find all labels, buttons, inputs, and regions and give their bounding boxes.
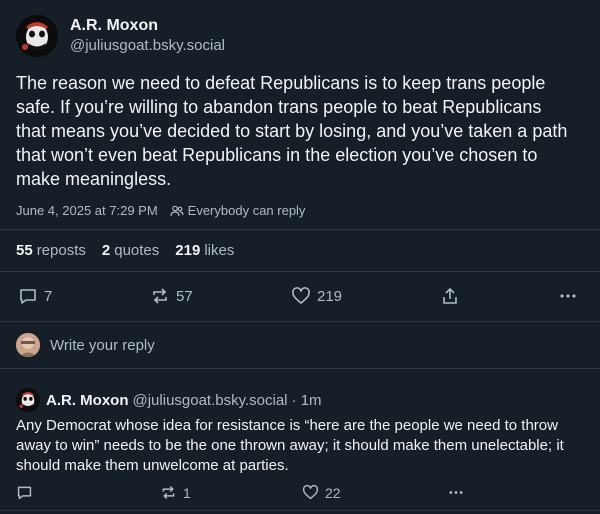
share-button[interactable] bbox=[440, 286, 460, 306]
reply-time[interactable]: · 1m bbox=[292, 392, 322, 409]
author-avatar[interactable] bbox=[16, 15, 58, 57]
repost-icon bbox=[160, 484, 177, 501]
more-icon bbox=[446, 484, 466, 501]
reply-reply-button[interactable] bbox=[16, 484, 33, 501]
divider-composer bbox=[0, 368, 600, 369]
author-names: A.R. Moxon @juliusgoat.bsky.social bbox=[70, 16, 225, 56]
reposts-label: reposts bbox=[36, 242, 86, 259]
like-count: 219 bbox=[317, 287, 343, 305]
post-thread: A.R. Moxon @juliusgoat.bsky.social The r… bbox=[0, 0, 600, 514]
more-icon bbox=[558, 286, 578, 306]
reposts-stat[interactable]: 55 reposts bbox=[16, 242, 86, 259]
likes-count: 219 bbox=[175, 242, 201, 259]
post-actions: 7 57 219 bbox=[0, 286, 600, 306]
reply-icon bbox=[18, 286, 38, 306]
divider-meta bbox=[0, 229, 600, 230]
divider-reply bbox=[0, 510, 600, 511]
reply-author-name[interactable]: A.R. Moxon bbox=[46, 392, 129, 409]
quotes-label: quotes bbox=[114, 242, 160, 259]
reply-author-avatar[interactable] bbox=[16, 388, 40, 412]
reply-button[interactable]: 7 bbox=[18, 286, 52, 306]
more-options-button[interactable] bbox=[558, 286, 578, 306]
post-text: The reason we need to defeat Republicans… bbox=[16, 73, 568, 189]
quotes-count: 2 bbox=[101, 242, 111, 259]
current-user-avatar bbox=[16, 333, 40, 357]
like-button[interactable]: 219 bbox=[291, 286, 342, 306]
reply-permission-label: Everybody can reply bbox=[187, 203, 306, 218]
reply-like-count: 22 bbox=[325, 484, 341, 501]
likes-stat[interactable]: 219 likes bbox=[175, 242, 234, 259]
divider-actions bbox=[0, 321, 600, 322]
reposts-count: 55 bbox=[16, 242, 33, 259]
reply-composer[interactable]: Write your reply bbox=[16, 333, 155, 357]
people-icon bbox=[170, 204, 184, 218]
reply-text: Any Democrat whose idea for resistance i… bbox=[16, 417, 564, 474]
reply-author-row: A.R. Moxon @juliusgoat.bsky.social · 1m bbox=[16, 388, 322, 412]
reply-input-placeholder[interactable]: Write your reply bbox=[50, 337, 155, 354]
likes-label: likes bbox=[204, 242, 235, 259]
author-handle[interactable]: @juliusgoat.bsky.social bbox=[70, 36, 225, 56]
repost-icon bbox=[150, 286, 170, 306]
reply-count: 7 bbox=[44, 287, 53, 305]
divider-stats bbox=[0, 271, 600, 272]
post-meta: June 4, 2025 at 7:29 PM Everybody can re… bbox=[16, 203, 305, 218]
reply-like-button[interactable]: 22 bbox=[302, 484, 341, 501]
post-stats: 55 reposts 2 quotes 219 likes bbox=[16, 242, 234, 259]
reply-author-handle[interactable]: @juliusgoat.bsky.social bbox=[133, 392, 288, 409]
post-timestamp[interactable]: June 4, 2025 at 7:29 PM bbox=[16, 203, 158, 218]
repost-count: 57 bbox=[176, 287, 193, 305]
like-icon bbox=[291, 286, 311, 306]
reply-more-button[interactable] bbox=[446, 484, 466, 501]
quotes-stat[interactable]: 2 quotes bbox=[102, 242, 159, 259]
author-row[interactable]: A.R. Moxon @juliusgoat.bsky.social bbox=[16, 14, 225, 58]
like-icon bbox=[302, 484, 319, 501]
reply-repost-count: 1 bbox=[183, 484, 191, 501]
reply-permission[interactable]: Everybody can reply bbox=[170, 203, 306, 218]
reply-icon bbox=[16, 484, 33, 501]
reply-repost-button[interactable]: 1 bbox=[160, 484, 191, 501]
author-display-name[interactable]: A.R. Moxon bbox=[70, 16, 225, 36]
share-icon bbox=[440, 286, 460, 306]
reply-actions: 1 22 bbox=[0, 484, 600, 502]
repost-button[interactable]: 57 bbox=[150, 286, 193, 306]
